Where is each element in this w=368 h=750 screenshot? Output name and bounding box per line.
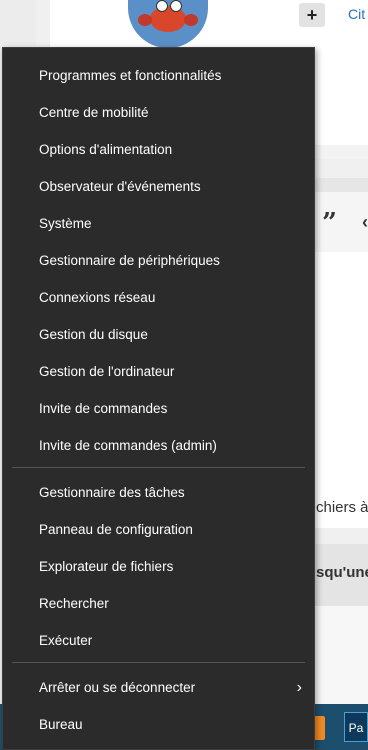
menu-item-desktop[interactable]: Bureau <box>3 708 314 742</box>
menu-item-command-prompt-admin[interactable]: Invite de commandes (admin) <box>3 429 314 463</box>
menu-item-control-panel[interactable]: Panneau de configuration <box>3 513 314 547</box>
menu-item-shutdown-signout[interactable]: Arrêter ou se déconnecter › <box>3 671 314 705</box>
crab-icon <box>150 6 186 32</box>
menu-item-network-connections[interactable]: Connexions réseau <box>3 281 314 315</box>
menu-item-computer-management[interactable]: Gestion de l'ordinateur <box>3 355 314 389</box>
menu-item-mobility-center[interactable]: Centre de mobilité <box>3 96 314 130</box>
menu-separator <box>12 467 305 468</box>
chevron-left-icon[interactable]: ‹ <box>362 212 368 233</box>
cite-link[interactable]: Cit <box>348 6 365 22</box>
chevron-right-icon: › <box>296 679 302 696</box>
add-button[interactable]: + <box>299 3 325 27</box>
taskbar-app-icon[interactable]: Pa <box>344 712 368 742</box>
menu-item-device-manager[interactable]: Gestionnaire de périphériques <box>3 244 314 278</box>
menu-separator <box>12 662 305 663</box>
menu-item-programs-features[interactable]: Programmes et fonctionnalités <box>3 59 314 93</box>
crab-eye-icon <box>156 0 168 12</box>
winx-context-menu: Programmes et fonctionnalités Centre de … <box>2 47 315 750</box>
crab-eye-icon <box>170 0 182 12</box>
crab-claw-icon <box>184 14 198 26</box>
menu-item-search[interactable]: Rechercher <box>3 587 314 621</box>
menu-item-event-viewer[interactable]: Observateur d'événements <box>3 170 314 204</box>
menu-item-task-manager[interactable]: Gestionnaire des tâches <box>3 476 314 510</box>
menu-item-run[interactable]: Exécuter <box>3 624 314 658</box>
menu-item-power-options[interactable]: Options d'alimentation <box>3 133 314 167</box>
crab-claw-icon <box>138 14 152 26</box>
menu-item-label: Arrêter ou se déconnecter <box>39 680 196 695</box>
menu-item-file-explorer[interactable]: Explorateur de fichiers <box>3 550 314 584</box>
menu-item-system[interactable]: Système <box>3 207 314 241</box>
quote-icon[interactable]: ” <box>322 208 337 238</box>
menu-item-command-prompt[interactable]: Invite de commandes <box>3 392 314 426</box>
warning-text: squ'une <box>316 564 368 581</box>
notice-text: chiers à <box>316 499 368 516</box>
menu-item-disk-management[interactable]: Gestion du disque <box>3 318 314 352</box>
